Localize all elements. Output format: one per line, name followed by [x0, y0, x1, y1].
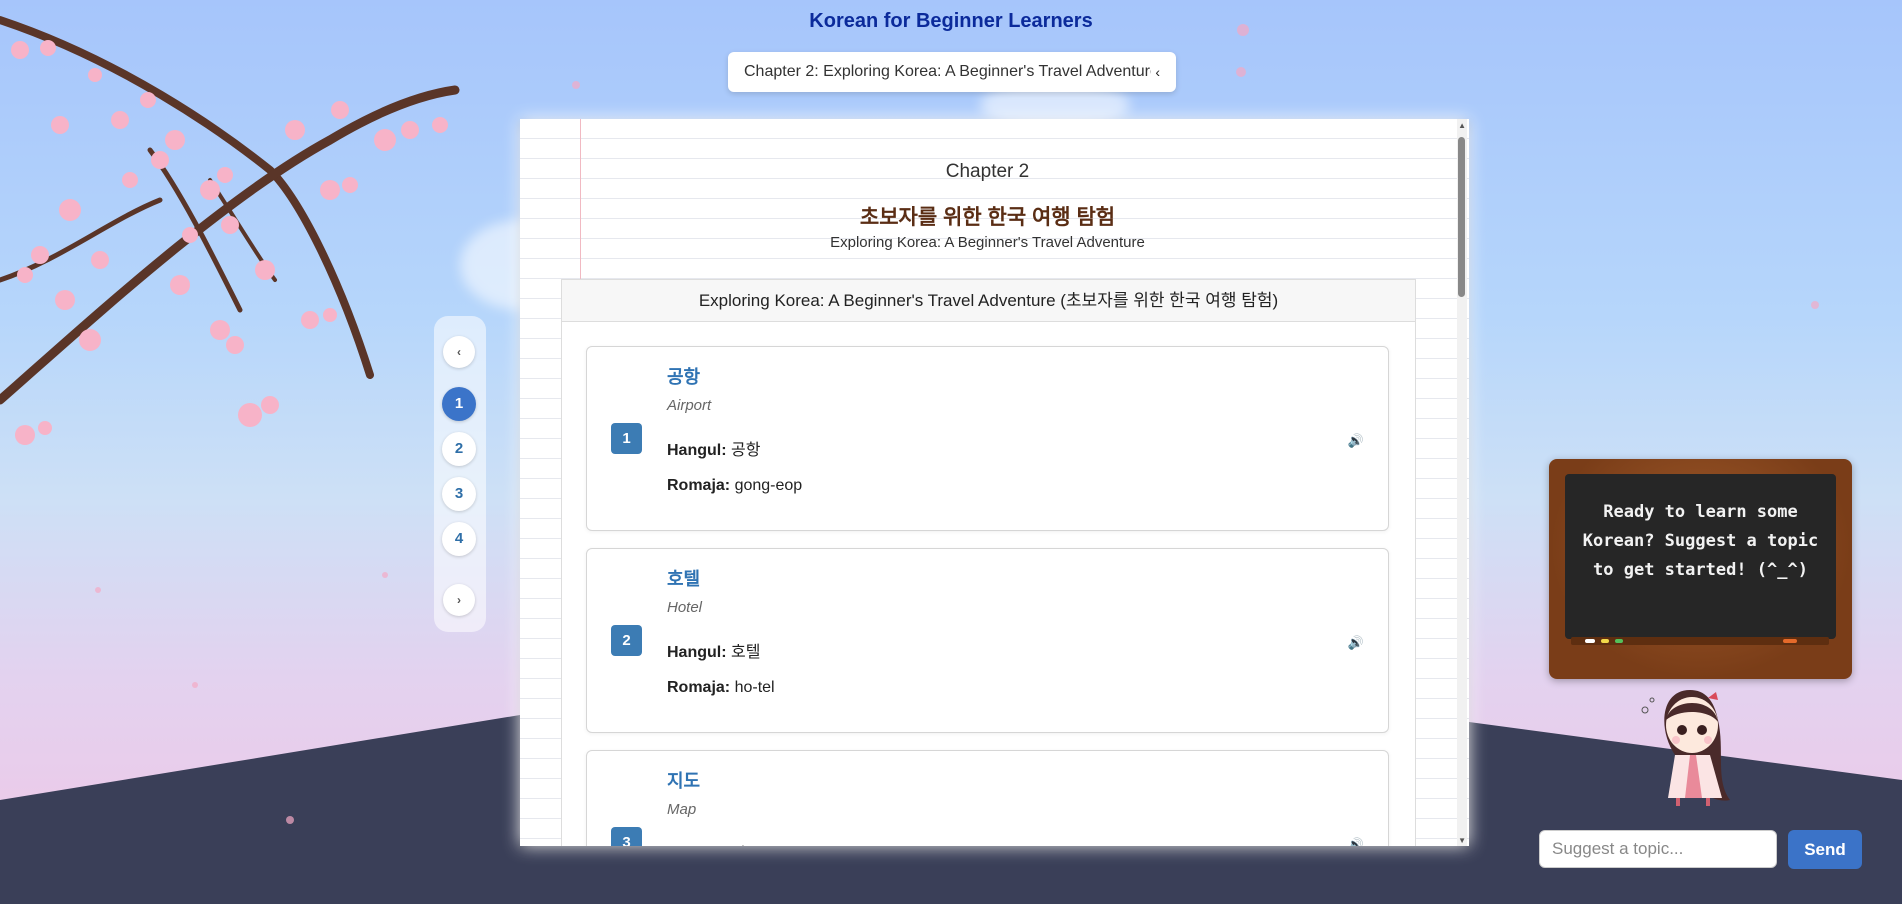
- scroll-down-arrow-icon[interactable]: ▼: [1458, 836, 1466, 845]
- vocab-hangul-row: Hangul: 지도: [667, 840, 760, 846]
- hangul-label: Hangul:: [667, 442, 727, 459]
- chevron-down-icon: ‹: [1155, 64, 1160, 80]
- chapter-title-english: Exploring Korea: A Beginner's Travel Adv…: [830, 234, 1145, 251]
- vocab-word-korean: 지도: [667, 771, 701, 791]
- chapter-select[interactable]: Chapter 2: Exploring Korea: A Beginner's…: [728, 52, 1176, 92]
- vocab-hangul-value: 호텔: [731, 644, 761, 661]
- vocab-word-english: Map: [667, 801, 697, 818]
- prev-page-button[interactable]: ‹: [443, 336, 475, 368]
- page-button-2[interactable]: 2: [442, 432, 476, 466]
- send-button[interactable]: Send: [1788, 830, 1862, 869]
- scroll-up-arrow-icon[interactable]: ▲: [1458, 121, 1466, 130]
- vocab-word-korean: 호텔: [667, 569, 701, 589]
- chalkboard-eraser: [1783, 639, 1797, 643]
- chapter-title-korean: 초보자를 위한 한국 여행 탐험: [859, 206, 1116, 229]
- speaker-icon[interactable]: 🔊: [1348, 433, 1364, 449]
- vocab-hangul-value: 공항: [731, 442, 761, 459]
- vocab-section: Exploring Korea: A Beginner's Travel Adv…: [561, 279, 1416, 846]
- hangul-label: Hangul:: [667, 644, 727, 661]
- vocab-hangul-row: Hangul: 공항: [667, 436, 760, 460]
- page-button-3[interactable]: 3: [442, 477, 476, 511]
- topic-input[interactable]: [1539, 830, 1777, 868]
- vocab-romaja-row: Romaja: gong-eop: [667, 477, 802, 495]
- vocab-word-english: Hotel: [667, 599, 703, 616]
- scrollbar-thumb[interactable]: [1458, 137, 1465, 297]
- chapter-number: Chapter 2: [945, 161, 1030, 182]
- chalk-piece: [1601, 639, 1609, 643]
- romaja-label: Romaja:: [667, 679, 731, 696]
- page-title: Korean for Beginner Learners: [809, 10, 1093, 32]
- speaker-icon[interactable]: 🔊: [1348, 635, 1364, 651]
- mascot-illustration: [1641, 690, 1730, 806]
- lesson-notebook[interactable]: Chapter 2 초보자를 위한 한국 여행 탐험 Exploring Kor…: [520, 119, 1469, 846]
- chalkboard-message: Ready to learn some Korean? Suggest a to…: [1565, 474, 1836, 639]
- vocab-word-korean: 공항: [667, 367, 701, 387]
- section-title: Exploring Korea: A Beginner's Travel Adv…: [562, 280, 1415, 322]
- vocab-romaja-value: ho-tel: [734, 679, 775, 696]
- chalk-piece: [1585, 639, 1595, 643]
- vocab-romaja-row: Romaja: ho-tel: [667, 679, 775, 697]
- vocab-card: 2 호텔 Hotel Hangul: 호텔 Romaja: ho-tel 🔊: [586, 548, 1389, 733]
- vocab-number-badge: 2: [611, 625, 642, 656]
- vocab-number-badge: 3: [611, 827, 642, 846]
- chalk-piece: [1615, 639, 1623, 643]
- page-button-4[interactable]: 4: [442, 522, 476, 556]
- page-button-1[interactable]: 1: [442, 387, 476, 421]
- vocab-word-english: Airport: [667, 397, 712, 414]
- chapter-select-value: Chapter 2: Exploring Korea: A Beginner's…: [744, 63, 1152, 80]
- vocab-romaja-value: gong-eop: [734, 477, 803, 494]
- vocab-hangul-row: Hangul: 호텔: [667, 638, 760, 662]
- vocab-number-badge: 1: [611, 423, 642, 454]
- page-navigator: ‹ 1 2 3 4 ›: [434, 316, 486, 632]
- chalkboard: Ready to learn some Korean? Suggest a to…: [1549, 459, 1852, 679]
- speaker-icon[interactable]: 🔊: [1348, 837, 1364, 846]
- next-page-button[interactable]: ›: [443, 584, 475, 616]
- vocab-card: 1 공항 Airport Hangul: 공항 Romaja: gong-eop…: [586, 346, 1389, 531]
- vocab-card: 3 지도 Map Hangul: 지도 🔊: [586, 750, 1389, 846]
- romaja-label: Romaja:: [667, 477, 731, 494]
